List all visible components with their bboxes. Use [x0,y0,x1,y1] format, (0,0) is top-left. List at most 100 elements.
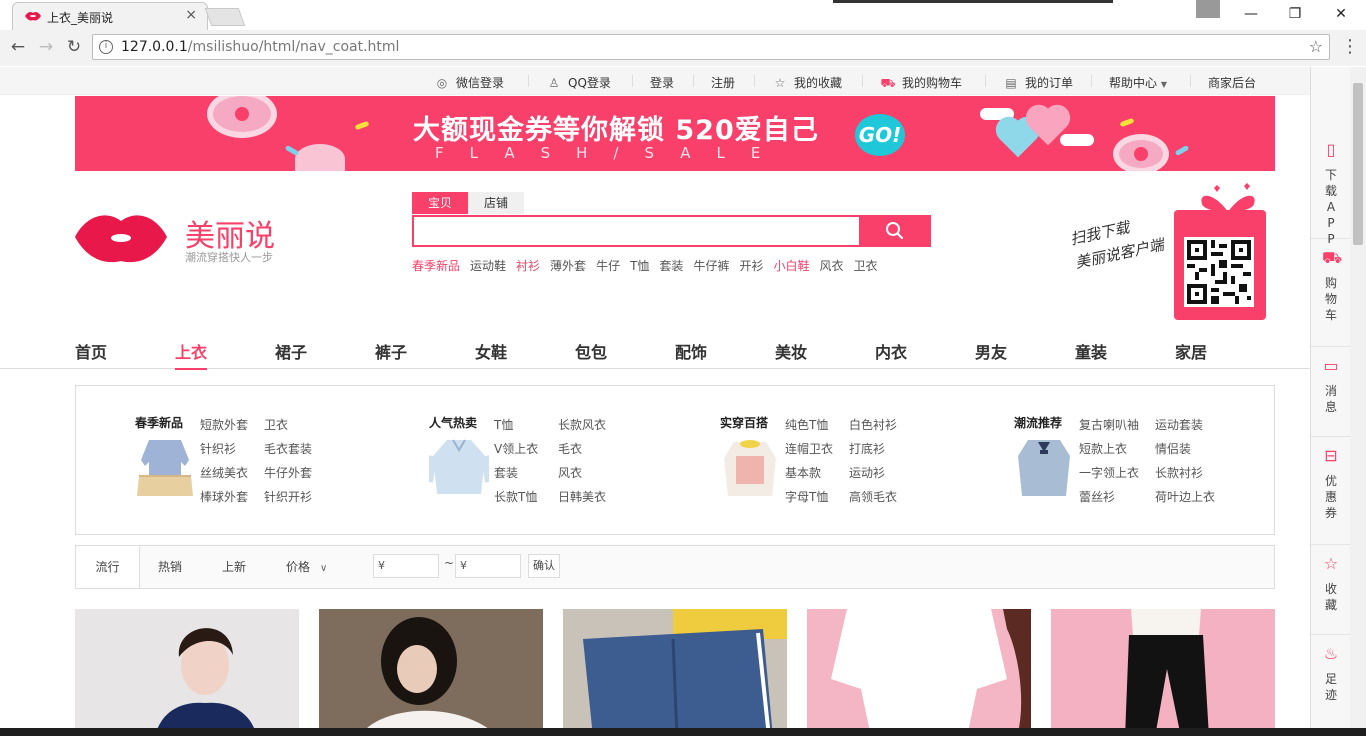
category-link[interactable]: 运动套装 [1155,416,1203,433]
nav-item[interactable]: 童装 [1075,339,1107,363]
hot-word-link[interactable]: 运动鞋 [470,259,506,273]
hot-word-link[interactable]: 卫衣 [854,259,878,273]
category-link[interactable]: 短款上衣 [1079,440,1127,457]
login-link[interactable]: 登录 [650,74,674,91]
info-icon[interactable]: i [99,40,113,54]
minimize-button[interactable]: — [1228,0,1274,30]
category-title[interactable]: 春季新品 [135,414,183,431]
category-thumbnail[interactable] [135,436,195,500]
category-link[interactable]: 短款外套 [200,416,248,433]
forward-arrow-icon[interactable]: → [34,36,58,60]
category-link[interactable]: V领上衣 [494,440,538,457]
browser-menu-icon[interactable]: ⋮ [1340,36,1360,60]
category-link[interactable]: 毛衣 [558,440,582,457]
product-card[interactable] [75,609,299,736]
banner-go-button[interactable]: GO! [855,114,905,156]
product-card[interactable] [563,609,787,736]
category-link[interactable]: 针织开衫 [264,488,312,505]
category-link[interactable]: 棒球外套 [200,488,248,505]
category-link[interactable]: 纯色T恤 [785,416,828,433]
sort-price[interactable]: 价格 ∨ [286,546,327,588]
my-orders-link[interactable]: ▤ 我的订单 [1003,74,1073,91]
sort-new[interactable]: 上新 [222,546,246,588]
vertical-scrollbar[interactable] [1350,67,1366,736]
nav-item[interactable]: 配饰 [675,339,707,363]
category-title[interactable]: 实穿百搭 [720,414,768,431]
nav-item[interactable]: 裙子 [275,339,307,363]
category-link[interactable]: 白色衬衫 [849,416,897,433]
category-link[interactable]: 针织衫 [200,440,236,457]
wechat-login-link[interactable]: ◎ 微信登录 [434,74,504,91]
category-link[interactable]: 风衣 [558,464,582,481]
hot-word-link[interactable]: 小白鞋 [773,259,809,273]
category-thumbnail[interactable] [720,436,780,500]
category-link[interactable]: 长款衬衫 [1155,464,1203,481]
sidebar-footprints[interactable]: ♨ 足迹 [1311,635,1351,735]
sidebar-messages[interactable]: ▭ 消息 [1311,347,1351,437]
app-download-qr[interactable]: 扫我下载 美丽说客户端 [1066,182,1276,322]
promo-banner[interactable]: 大额现金券等你解锁 520爱自己 FLASH/SALE GO! [75,96,1275,171]
price-max-input[interactable]: ¥ [455,554,521,578]
nav-item[interactable]: 包包 [575,339,607,363]
category-link[interactable]: 运动衫 [849,464,885,481]
profile-icon[interactable] [1196,0,1220,18]
category-link[interactable]: 高领毛衣 [849,488,897,505]
nav-item[interactable]: 男友 [975,339,1007,363]
price-min-input[interactable]: ¥ [373,554,439,578]
maximize-button[interactable]: ❐ [1272,0,1318,30]
hot-word-link[interactable]: T恤 [630,259,649,273]
category-link[interactable]: 连帽卫衣 [785,440,833,457]
sidebar-coupons[interactable]: ⊟ 优惠券 [1311,437,1351,545]
nav-item[interactable]: 内衣 [875,339,907,363]
category-link[interactable]: 字母T恤 [785,488,828,505]
my-favorites-link[interactable]: ☆ 我的收藏 [772,74,842,91]
product-card[interactable] [1051,609,1275,736]
my-cart-link[interactable]: ⛟ 我的购物车 [880,74,962,92]
back-arrow-icon[interactable]: ← [6,36,30,60]
nav-item[interactable]: 上衣 [175,339,208,370]
category-link[interactable]: 丝绒美衣 [200,464,248,481]
tab-goods[interactable]: 宝贝 [412,192,468,214]
nav-item[interactable]: 家居 [1175,339,1207,363]
bookmark-star-icon[interactable]: ☆ [1309,37,1323,56]
hot-word-link[interactable]: 春季新品 [412,259,460,273]
sidebar-favorites[interactable]: ☆ 收藏 [1311,545,1351,635]
hot-word-link[interactable]: 风衣 [819,259,843,273]
url-text[interactable]: 127.0.0.1/msilishuo/html/nav_coat.html [121,39,399,55]
hot-word-link[interactable]: 薄外套 [550,259,586,273]
qq-login-link[interactable]: ♙ QQ登录 [546,74,611,91]
nav-item[interactable]: 女鞋 [475,339,507,363]
hot-word-link[interactable]: 牛仔 [596,259,620,273]
reload-icon[interactable]: ↻ [62,36,86,60]
tab-close-icon[interactable]: × [185,7,197,23]
search-input[interactable] [412,215,931,247]
category-link[interactable]: 套装 [494,464,518,481]
product-card[interactable] [807,609,1031,736]
category-link[interactable]: 牛仔外套 [264,464,312,481]
price-confirm-button[interactable]: 确认 [528,554,560,578]
category-link[interactable]: 一字领上衣 [1079,464,1139,481]
nav-item[interactable]: 美妆 [775,339,807,363]
category-title[interactable]: 人气热卖 [429,414,477,431]
category-link[interactable]: 日韩美衣 [558,488,606,505]
category-link[interactable]: 长款风衣 [558,416,606,433]
category-thumbnail[interactable] [1014,436,1074,500]
hot-word-link[interactable]: 开衫 [739,259,763,273]
sort-popular[interactable]: 流行 [76,546,140,588]
sort-hot-sales[interactable]: 热销 [158,546,182,588]
sidebar-download-app[interactable]: ▯ 下载APP [1311,131,1351,246]
sidebar-cart[interactable]: ⛟ 购物车 [1311,239,1351,347]
help-center-link[interactable]: 帮助中心 ▼ [1109,74,1167,91]
register-link[interactable]: 注册 [711,74,735,91]
category-link[interactable]: 基本款 [785,464,821,481]
category-link[interactable]: 打底衫 [849,440,885,457]
hot-word-link[interactable]: 套装 [659,259,683,273]
tab-shops[interactable]: 店铺 [468,192,524,214]
category-link[interactable]: 情侣装 [1155,440,1191,457]
category-link[interactable]: 荷叶边上衣 [1155,488,1215,505]
hot-word-link[interactable]: 牛仔裤 [693,259,729,273]
category-link[interactable]: T恤 [494,416,513,433]
category-link[interactable]: 卫衣 [264,416,288,433]
scrollbar-thumb[interactable] [1353,83,1363,245]
product-card[interactable] [319,609,543,736]
